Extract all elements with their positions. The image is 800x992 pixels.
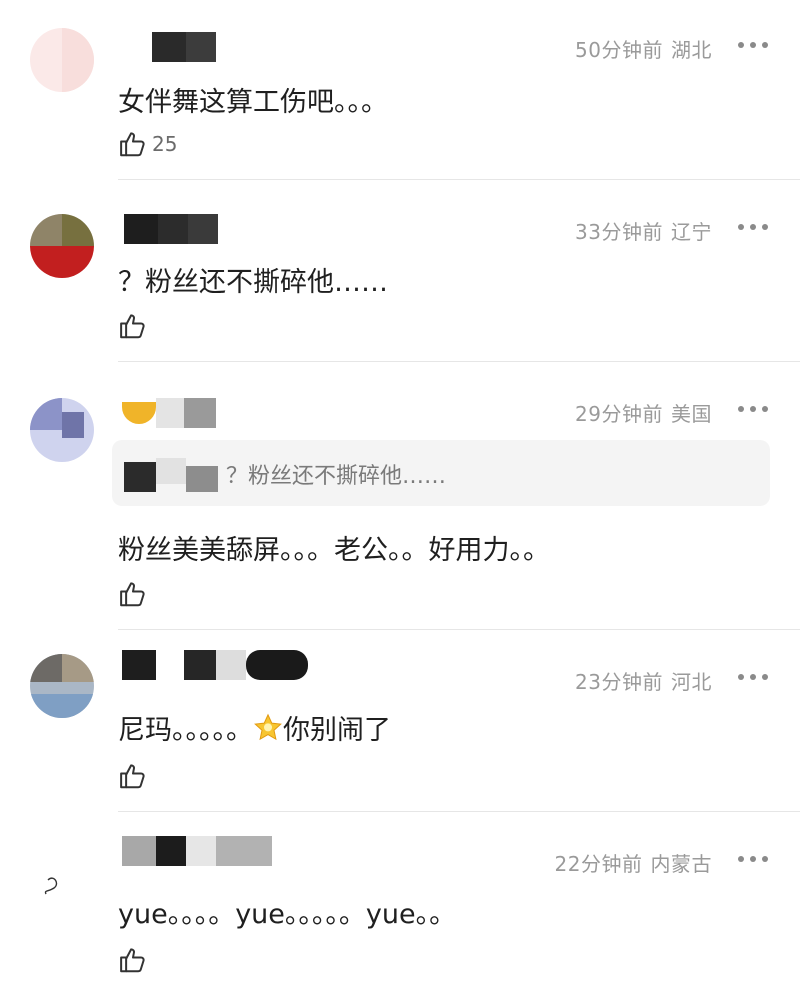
like-button[interactable]: 25 [118,128,177,160]
username-redacted[interactable] [118,836,278,866]
comment-location: 内蒙古 [650,852,712,876]
avatar-sketch [44,877,58,895]
comment-meta: 23分钟前 河北 [567,666,712,695]
comment-meta: 29分钟前 美国 [567,398,712,427]
avatar[interactable] [30,398,94,462]
more-dots-icon[interactable] [738,854,768,864]
divider [118,179,800,180]
thumbs-up-icon [120,764,145,789]
star-emoji [254,713,282,741]
quoted-text: ？粉丝还不撕碎他…… [226,464,447,489]
comment-time: 22分钟前 [554,852,643,876]
divider [118,361,800,362]
comment-text: 尼玛。。。。。 你别闹了 [118,708,391,747]
thumbs-up-icon [120,582,145,607]
comment-time: 50分钟前 [575,38,663,62]
divider [118,811,800,812]
comment-meta: 22分钟前 内蒙古 [547,848,712,877]
comment-time: 23分钟前 [575,670,663,694]
thumbs-up-icon [120,948,145,973]
more-dots-icon[interactable] [738,672,768,682]
more-dots-icon[interactable] [738,222,768,232]
like-button[interactable] [118,944,152,976]
quoted-reply[interactable]: ？粉丝还不撕碎他…… [112,440,770,506]
comment-text: 女伴舞这算工伤吧。。。 [118,87,388,118]
comment-text-part: 你别闹了 [283,715,391,746]
comment-text-part: 尼玛。。。。。 [118,715,253,746]
thumbs-up-icon [120,314,145,339]
comment-meta: 33分钟前 辽宁 [567,216,712,245]
like-button[interactable] [118,760,152,792]
like-button[interactable] [118,310,152,342]
avatar[interactable] [30,28,94,92]
comment-text: ？粉丝还不撕碎他…… [118,267,388,298]
comment-meta: 50分钟前 湖北 [567,34,712,63]
thumbs-up-icon [120,132,145,157]
like-button[interactable] [118,578,152,610]
comment-location: 湖北 [671,38,712,62]
username-redacted[interactable] [118,214,218,244]
username-redacted[interactable] [118,32,218,62]
avatar[interactable] [30,654,94,718]
comment-time: 33分钟前 [575,220,663,244]
like-count: 25 [152,132,178,156]
comment-location: 美国 [671,402,712,426]
comment-time: 29分钟前 [575,402,663,426]
avatar[interactable] [30,214,94,278]
avatar[interactable] [30,846,94,910]
quoted-username-redacted [124,458,220,492]
username-redacted[interactable] [118,398,218,428]
comment-location: 辽宁 [671,220,712,244]
more-dots-icon[interactable] [738,40,768,50]
more-dots-icon[interactable] [738,404,768,414]
divider [118,629,800,630]
username-redacted[interactable] [118,650,308,680]
comment-text: yue。。。。yue。。。。。yue。。 [118,899,457,930]
comment-text: 粉丝美美舔屏。。。老公。。好用力。。 [118,535,550,566]
comment-location: 河北 [671,670,712,694]
